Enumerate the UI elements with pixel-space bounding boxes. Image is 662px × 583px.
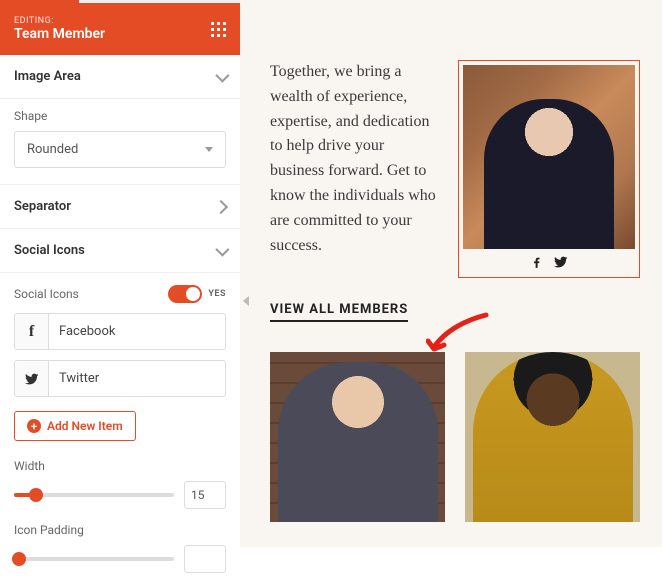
hero-row: Together, we bring a wealth of experienc… [270, 60, 640, 278]
section-image-area-body: Shape Rounded [0, 99, 240, 185]
sidebar-collapse-handle[interactable] [240, 292, 252, 310]
list-item-label: Twitter [49, 361, 225, 396]
view-all-members-link[interactable]: VIEW ALL MEMBERS [270, 302, 408, 322]
social-icons-item-list: f Facebook Twitter [0, 309, 240, 411]
chevron-left-icon [243, 296, 249, 306]
member-social-icons [463, 249, 635, 269]
icon-padding-slider[interactable] [14, 557, 174, 561]
shape-select-value: Rounded [27, 142, 78, 157]
sidebar-header: EDITING: Team Member [0, 3, 240, 55]
preview-canvas: Together, we bring a wealth of experienc… [240, 0, 662, 547]
toggle-label: Social Icons [14, 287, 79, 301]
section-image-area[interactable]: Image Area [0, 55, 240, 99]
twitter-icon [15, 361, 49, 396]
toggle-state-text: YES [208, 289, 226, 299]
social-icons-toggle[interactable] [168, 285, 202, 303]
member-photo [463, 65, 635, 249]
width-label: Width [14, 459, 226, 473]
member-photo[interactable] [465, 352, 640, 522]
chevron-down-icon [215, 242, 229, 256]
add-new-item-button[interactable]: + Add New Item [14, 411, 136, 441]
icon-padding-field: Icon Padding [0, 519, 240, 583]
chevron-down-icon [215, 68, 229, 82]
icon-padding-value-input[interactable] [184, 545, 226, 573]
width-slider[interactable] [14, 493, 174, 497]
team-member-card[interactable] [458, 60, 640, 278]
module-title: Team Member [14, 26, 105, 42]
section-label: Separator [14, 199, 71, 214]
section-label: Image Area [14, 69, 81, 84]
width-value-input[interactable] [184, 481, 226, 509]
section-label: Social Icons [14, 243, 85, 258]
member-photo[interactable] [270, 352, 445, 522]
width-field: Width [0, 455, 240, 519]
list-item[interactable]: f Facebook [14, 313, 226, 350]
facebook-icon: f [15, 314, 49, 349]
editor-sidebar: EDITING: Team Member Image Area Shape Ro… [0, 0, 240, 547]
twitter-icon[interactable] [554, 255, 568, 269]
social-icons-toggle-row: Social Icons YES [0, 273, 240, 309]
list-item[interactable]: Twitter [14, 360, 226, 397]
intro-text: Together, we bring a wealth of experienc… [270, 60, 438, 278]
shape-field-label: Shape [14, 109, 226, 123]
shape-select[interactable]: Rounded [14, 131, 226, 168]
add-button-label: Add New Item [47, 419, 123, 433]
chevron-right-icon [214, 199, 228, 213]
plus-icon: + [27, 419, 41, 433]
drag-grip-icon[interactable] [211, 22, 226, 37]
members-grid [270, 352, 640, 522]
icon-padding-label: Icon Padding [14, 523, 226, 537]
section-separator[interactable]: Separator [0, 185, 240, 229]
caret-down-icon [205, 147, 213, 152]
list-item-label: Facebook [49, 314, 225, 349]
editing-label: EDITING: [14, 16, 105, 26]
facebook-icon[interactable] [530, 255, 544, 269]
section-social-icons[interactable]: Social Icons [0, 229, 240, 273]
